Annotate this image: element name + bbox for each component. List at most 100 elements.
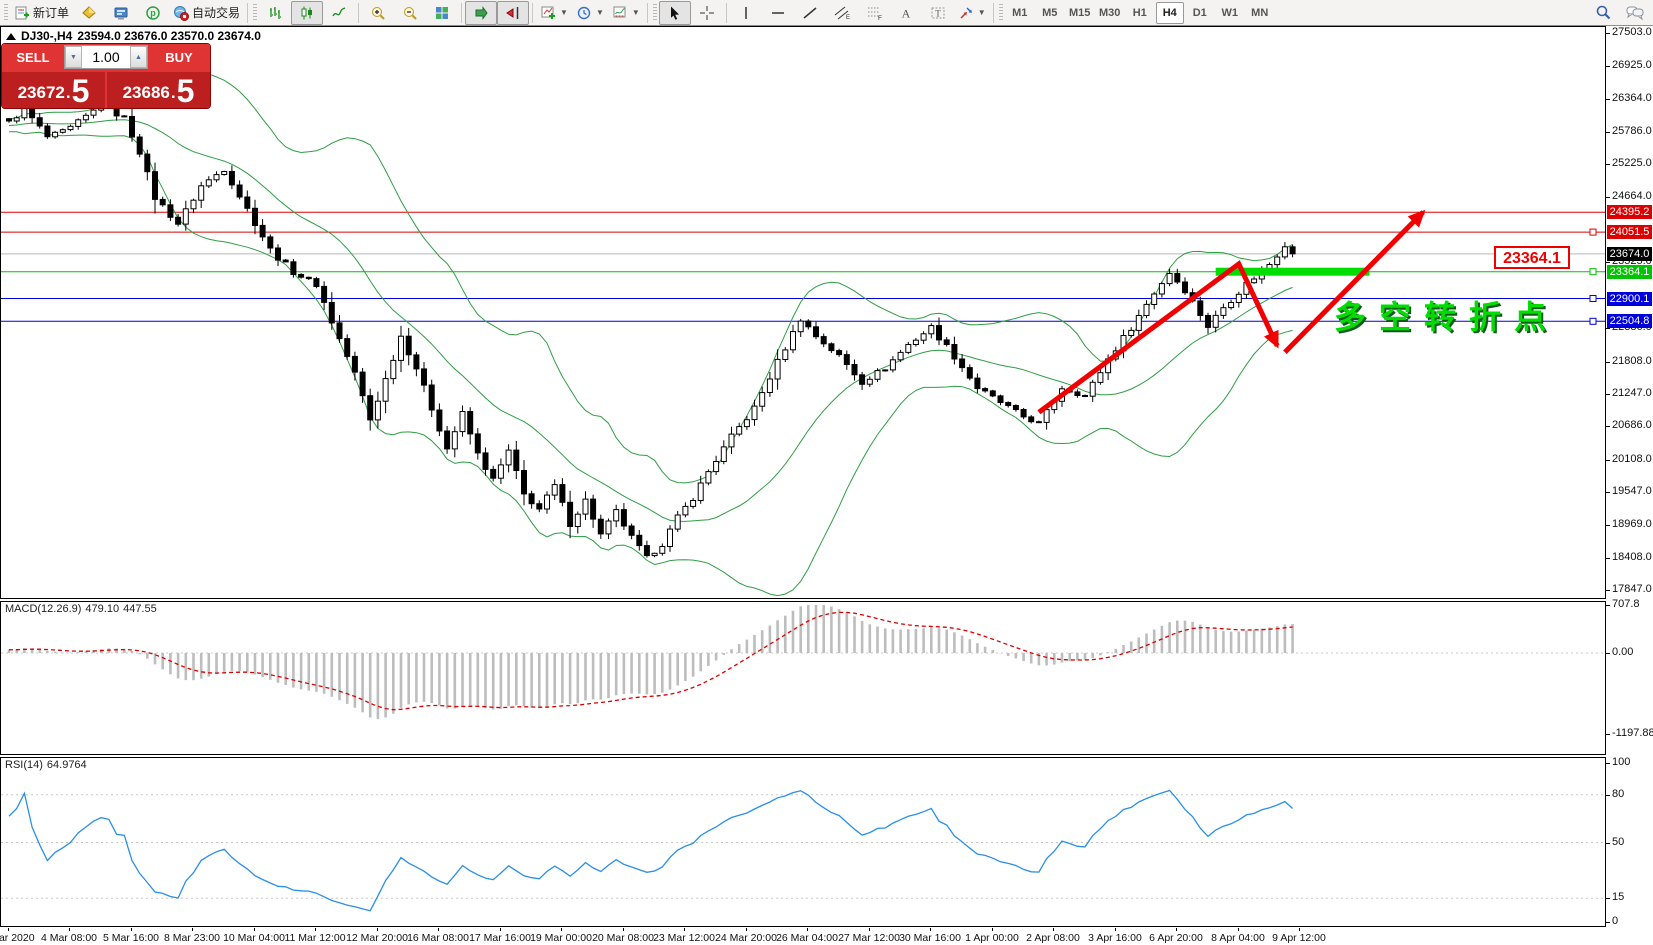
zoom-in-button[interactable] <box>362 1 394 25</box>
time-tick <box>438 928 439 931</box>
macd-label: MACD(12.26.9)479.10447.55 <box>5 603 161 615</box>
new-chart-button[interactable]: ▼ <box>536 1 572 25</box>
terminal-icon <box>113 5 129 21</box>
text-button[interactable]: A <box>890 1 922 25</box>
volume-increase-button[interactable]: ▲ <box>130 46 147 68</box>
profiles-button[interactable]: ▼ <box>572 1 608 25</box>
equidistant-channel-button[interactable]: E <box>826 1 858 25</box>
line-chart-button[interactable] <box>323 1 355 25</box>
timeframe-button-w1[interactable]: W1 <box>1216 2 1244 24</box>
buy-price[interactable]: 23686 . 5 <box>107 72 210 108</box>
fibonacci-button[interactable]: F <box>858 1 890 25</box>
rsi-label: RSI(14)64.9764 <box>5 759 91 771</box>
timeframe-button-d1[interactable]: D1 <box>1186 2 1214 24</box>
timeframe-button-m5[interactable]: M5 <box>1036 2 1064 24</box>
price-tick-label: 27503.0 <box>1612 26 1653 38</box>
timeframe-button-m1[interactable]: M1 <box>1006 2 1034 24</box>
time-tick <box>1299 928 1300 931</box>
autotrading-button[interactable]: 自动交易 <box>169 1 244 25</box>
community-icon: p <box>145 5 161 21</box>
price-tick-label: 0 <box>1612 915 1653 927</box>
volume-decrease-button[interactable]: ▼ <box>65 46 82 68</box>
macd-canvas[interactable] <box>1 602 1605 754</box>
chevron-down-icon: ▼ <box>560 8 568 17</box>
price-level-badge: 23674.0 <box>1607 247 1652 261</box>
indicators-button[interactable]: ▼ <box>608 1 644 25</box>
price-tick-label: -1197.88 <box>1612 727 1653 739</box>
price-note-box[interactable]: 23364.1 <box>1494 246 1570 269</box>
autotrading-label: 自动交易 <box>192 4 240 21</box>
auto-scroll-button[interactable] <box>465 1 497 25</box>
axis-tick <box>1606 734 1610 735</box>
axis-tick <box>1606 763 1610 764</box>
macd-pane: MACD(12.26.9)479.10447.55 <box>0 601 1606 755</box>
tile-windows-button[interactable] <box>426 1 458 25</box>
zoom-out-button[interactable] <box>394 1 426 25</box>
community-button[interactable]: p <box>137 1 169 25</box>
axis-tick <box>1606 558 1610 559</box>
price-tick-label: 26364.0 <box>1612 92 1653 104</box>
timeframe-button-m30[interactable]: M30 <box>1096 2 1124 24</box>
sell-price[interactable]: 23672 . 5 <box>2 72 105 108</box>
axis-tick <box>1606 492 1610 493</box>
time-tick <box>1176 928 1177 931</box>
new-chart-icon <box>540 5 556 21</box>
chat-icon <box>1626 5 1644 21</box>
annotation-text[interactable]: 多空转折点 <box>1334 292 1559 338</box>
timeframe-button-m15[interactable]: M15 <box>1066 2 1094 24</box>
axis-tick <box>1606 460 1610 461</box>
timeframe-button-h4[interactable]: H4 <box>1156 2 1184 24</box>
time-tick <box>500 928 501 931</box>
new-order-button[interactable]: 新订单 <box>10 1 73 25</box>
text-label-button[interactable]: T <box>922 1 954 25</box>
axis-tick <box>1606 362 1610 363</box>
auto-scroll-icon <box>473 5 489 21</box>
axis-tick <box>1606 898 1610 899</box>
svg-text:p: p <box>150 8 156 18</box>
vertical-line-button[interactable] <box>730 1 762 25</box>
arrows-button[interactable]: ▼ <box>954 1 990 25</box>
axis-tick <box>1606 653 1610 654</box>
metaeditor-button[interactable] <box>73 1 105 25</box>
fibonacci-icon: F <box>866 5 882 21</box>
timeframe-button-h1[interactable]: H1 <box>1126 2 1154 24</box>
bar-chart-button[interactable] <box>259 1 291 25</box>
price-tick-label: 21808.0 <box>1612 355 1653 367</box>
crosshair-button[interactable] <box>691 1 723 25</box>
chevron-down-icon: ▼ <box>978 8 986 17</box>
chat-button[interactable] <box>1619 1 1651 25</box>
axis-tick <box>1606 525 1610 526</box>
trendline-button[interactable] <box>794 1 826 25</box>
price-axis[interactable]: 27503.026925.026364.025786.025225.024664… <box>1606 26 1653 927</box>
cursor-icon <box>667 5 683 21</box>
channel-icon: E <box>834 5 850 21</box>
axis-tick <box>1606 394 1610 395</box>
rsi-canvas[interactable] <box>1 758 1605 926</box>
buy-button[interactable]: BUY <box>148 44 210 70</box>
price-level-badge: 22900.1 <box>1607 292 1652 306</box>
price-level-badge: 23364.1 <box>1607 265 1652 279</box>
toolbar-grip[interactable] <box>4 4 8 22</box>
time-tick <box>561 928 562 931</box>
price-level-badge: 24051.5 <box>1607 225 1652 239</box>
time-axis[interactable]: 3 Mar 20204 Mar 08:005 Mar 16:008 Mar 23… <box>0 928 1606 945</box>
cursor-button[interactable] <box>659 1 691 25</box>
one-click-collapse-icon[interactable] <box>6 33 16 40</box>
timeframe-button-mn[interactable]: MN <box>1246 2 1274 24</box>
candlestick-chart-button[interactable] <box>291 1 323 25</box>
sell-button[interactable]: SELL <box>2 44 64 70</box>
time-tick <box>1115 928 1116 931</box>
horizontal-line-button[interactable] <box>762 1 794 25</box>
zoom-in-icon <box>370 5 386 21</box>
price-tick-label: 18408.0 <box>1612 551 1653 563</box>
chevron-down-icon: ▼ <box>596 8 604 17</box>
price-tick-label: 80 <box>1612 788 1653 800</box>
axis-tick <box>1606 66 1610 67</box>
volume-value[interactable]: 1.00 <box>82 46 130 68</box>
symbol-period-label: DJ30-,H4 <box>21 29 72 43</box>
search-button[interactable] <box>1587 1 1619 25</box>
axis-tick <box>1606 922 1610 923</box>
clock-icon <box>576 5 592 21</box>
terminal-button[interactable] <box>105 1 137 25</box>
chart-shift-button[interactable] <box>497 1 529 25</box>
